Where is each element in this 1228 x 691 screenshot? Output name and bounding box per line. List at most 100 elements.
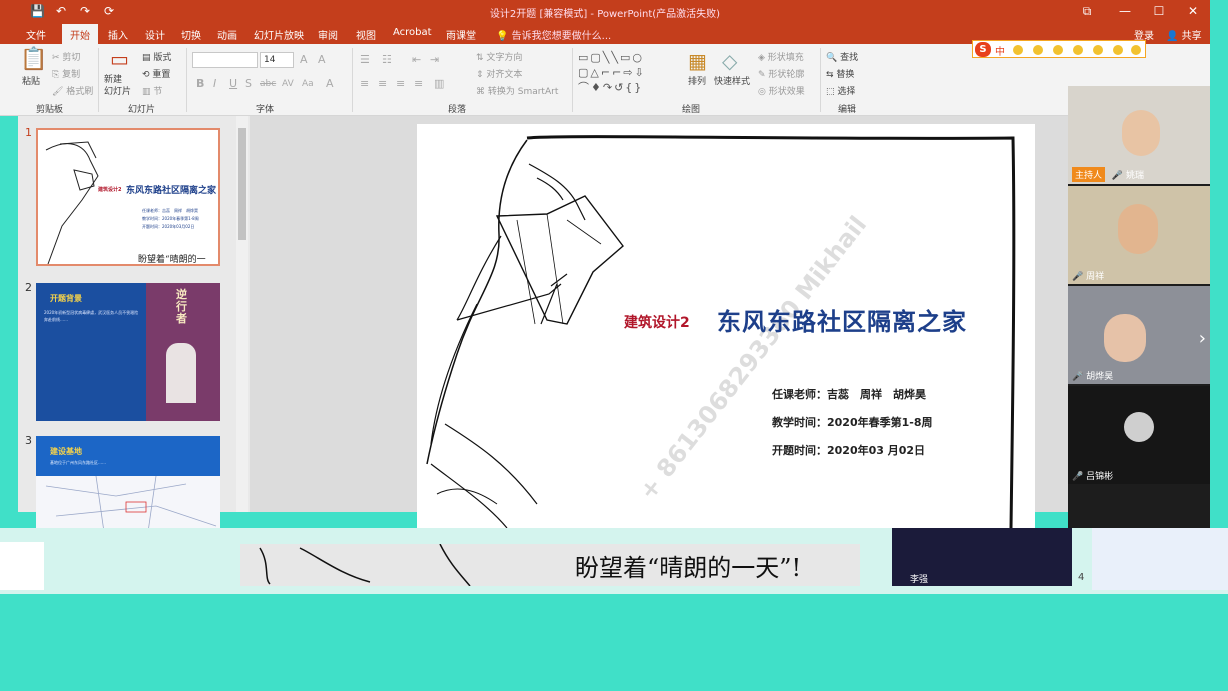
- bold-button[interactable]: B: [196, 78, 204, 90]
- font-color-icon[interactable]: A: [326, 78, 334, 90]
- text-direction-button[interactable]: ⇅ 文字方向: [476, 50, 522, 63]
- find-button[interactable]: 🔍 查找: [826, 50, 858, 63]
- tell-me-search[interactable]: 💡 告诉我您想要做什么...: [496, 27, 611, 42]
- tab-transitions[interactable]: 切换: [181, 27, 201, 42]
- thumb-line: 开题时间：2020年03月02日: [142, 224, 195, 229]
- select-button[interactable]: ⬚ 选择: [826, 84, 855, 97]
- glitch-fragment: [1092, 528, 1228, 590]
- tab-design[interactable]: 设计: [145, 27, 165, 42]
- video-tile[interactable]: 主持人 🎤 姚瑞: [1068, 86, 1210, 184]
- align-right-icon[interactable]: ≡: [396, 78, 405, 90]
- tab-slideshow[interactable]: 幻灯片放映: [254, 27, 304, 42]
- font-name-box[interactable]: [192, 52, 258, 68]
- shape-fill-label: 形状填充: [767, 53, 804, 63]
- slide-slogan: 盼望着“晴朗的一天”!: [575, 554, 802, 582]
- chevron-right-icon[interactable]: ›: [1199, 328, 1206, 349]
- justify-icon[interactable]: ≡: [414, 78, 423, 90]
- tab-animations[interactable]: 动画: [217, 27, 237, 42]
- slide-course-name: 建筑设计2: [624, 315, 690, 331]
- clipboard-group-label: 剪贴板: [36, 105, 64, 115]
- current-slide[interactable]: + 8613068293360 Mikhail 建筑设计2 东风东路社区隔离之家…: [417, 124, 1035, 528]
- arrange-icon[interactable]: ▦: [688, 50, 707, 72]
- handwriting-icon[interactable]: [1073, 45, 1083, 55]
- slide-thumbnail-2[interactable]: 开题背景 2020年初新型冠状病毒肆虐，武汉医务人员不畏艰险奔赴前线…… 逆 行…: [36, 283, 220, 421]
- scrollbar-thumb[interactable]: [238, 128, 246, 240]
- tab-insert[interactable]: 插入: [108, 27, 128, 42]
- tab-review[interactable]: 审阅: [318, 27, 338, 42]
- shape-outline-label: 形状轮廓: [768, 70, 805, 80]
- thumbnail-scrollbar[interactable]: [236, 116, 248, 512]
- columns-icon[interactable]: ▥: [434, 78, 444, 90]
- ime-toolbar[interactable]: S 中: [972, 40, 1146, 58]
- corrupted-capture-strip: 盼望着“晴朗的一天”! 李强 4: [0, 528, 1228, 594]
- change-case-button[interactable]: Aa: [302, 78, 314, 90]
- copy-button[interactable]: ⎘ 复制: [52, 67, 80, 80]
- voice-icon[interactable]: [1053, 45, 1063, 55]
- cut-label: 剪切: [62, 53, 81, 63]
- shrink-font-icon[interactable]: A: [318, 54, 326, 66]
- tab-file[interactable]: 文件: [26, 27, 46, 42]
- mic-icon: 🎤: [1072, 372, 1084, 382]
- bullets-icon[interactable]: ☰: [360, 54, 370, 66]
- glitch-fragment: [0, 542, 44, 590]
- paste-label[interactable]: 粘贴: [22, 74, 40, 87]
- shadow-button[interactable]: S: [245, 78, 252, 90]
- italic-button[interactable]: I: [213, 78, 216, 90]
- close-button[interactable]: ✕: [1184, 3, 1202, 19]
- underline-button[interactable]: U: [229, 78, 237, 90]
- thumb-sketch-illustration: [45, 141, 99, 264]
- align-center-icon[interactable]: ≡: [378, 78, 387, 90]
- keyboard-icon[interactable]: [1093, 45, 1103, 55]
- share-button[interactable]: 👤 共享: [1166, 27, 1202, 42]
- toolbox-icon[interactable]: [1131, 45, 1141, 55]
- numbering-icon[interactable]: ☷: [382, 54, 392, 66]
- skin-icon[interactable]: [1113, 45, 1123, 55]
- reset-button[interactable]: ⟲ 重置: [142, 67, 170, 80]
- align-left-icon[interactable]: ≡: [360, 78, 369, 90]
- strikethrough-button[interactable]: abc: [260, 78, 276, 90]
- indent-icon[interactable]: ⇤: [412, 54, 421, 66]
- sogou-logo-icon: S: [975, 42, 991, 57]
- font-size-box[interactable]: 14: [260, 52, 294, 68]
- minimize-button[interactable]: —: [1116, 3, 1134, 19]
- new-slide-icon[interactable]: ▭: [110, 48, 129, 70]
- align-text-button[interactable]: ⇕ 对齐文本: [476, 67, 522, 80]
- quick-styles-icon[interactable]: ◇: [722, 50, 737, 72]
- lightbulb-icon: 💡: [496, 31, 509, 42]
- participant-label: 🎤 周祥: [1072, 269, 1104, 282]
- video-tile[interactable]: 🎤 胡烨昊: [1068, 286, 1210, 384]
- video-tile[interactable]: 🎤 周祥: [1068, 186, 1210, 284]
- arrange-label[interactable]: 排列: [688, 74, 706, 87]
- tab-home[interactable]: 开始: [62, 24, 98, 44]
- shape-outline-button[interactable]: ✎ 形状轮廓: [758, 67, 804, 80]
- ime-mode[interactable]: 中: [995, 43, 1005, 58]
- tab-acrobat[interactable]: Acrobat: [393, 27, 432, 38]
- tab-view[interactable]: 视图: [356, 27, 376, 42]
- shape-effects-button[interactable]: ◎ 形状效果: [758, 84, 805, 97]
- format-painter-button[interactable]: 🖌 格式刷: [52, 84, 93, 97]
- outdent-icon[interactable]: ⇥: [430, 54, 439, 66]
- text-direction-label: 文字方向: [486, 53, 523, 63]
- maximize-button[interactable]: ☐: [1150, 3, 1168, 19]
- section-button[interactable]: ▥ 节: [142, 84, 162, 97]
- thumb-body: 基地位于广州东风东路社区……: [50, 460, 106, 465]
- ribbon-separator: [572, 48, 573, 112]
- punctuation-icon[interactable]: [1013, 45, 1023, 55]
- shapes-gallery[interactable]: ▭▢╲╲▭○ ▢△⌐⌐⇨⇩ ⌒♦↷↺{}: [578, 50, 676, 98]
- ribbon-display-icon[interactable]: ⧉: [1078, 3, 1096, 19]
- tab-rain-classroom[interactable]: 雨课堂: [446, 27, 476, 42]
- video-tile[interactable]: 🎤 吕锦彬: [1068, 386, 1210, 484]
- quick-styles-label[interactable]: 快速样式: [714, 74, 750, 87]
- emoji-icon[interactable]: [1033, 45, 1043, 55]
- paste-icon[interactable]: 📋: [20, 48, 47, 72]
- char-spacing-button[interactable]: AV: [282, 78, 294, 90]
- new-slide-label[interactable]: 新建 幻灯片: [104, 74, 131, 98]
- replace-button[interactable]: ⇆ 替换: [826, 67, 854, 80]
- shape-fill-button[interactable]: ◈ 形状填充: [758, 50, 804, 63]
- doctor-figure: [166, 343, 196, 403]
- layout-button[interactable]: ▤ 版式: [142, 50, 171, 63]
- cut-button[interactable]: ✂ 剪切: [52, 50, 80, 63]
- slide-thumbnail-1[interactable]: 建筑设计2 东风东路社区隔离之家 任课老师：吉蕊 周祥 胡烨昊 教学时间：202…: [36, 128, 220, 266]
- grow-font-icon[interactable]: A: [300, 54, 308, 66]
- smartart-button[interactable]: ⌘ 转换为 SmartArt: [476, 84, 558, 97]
